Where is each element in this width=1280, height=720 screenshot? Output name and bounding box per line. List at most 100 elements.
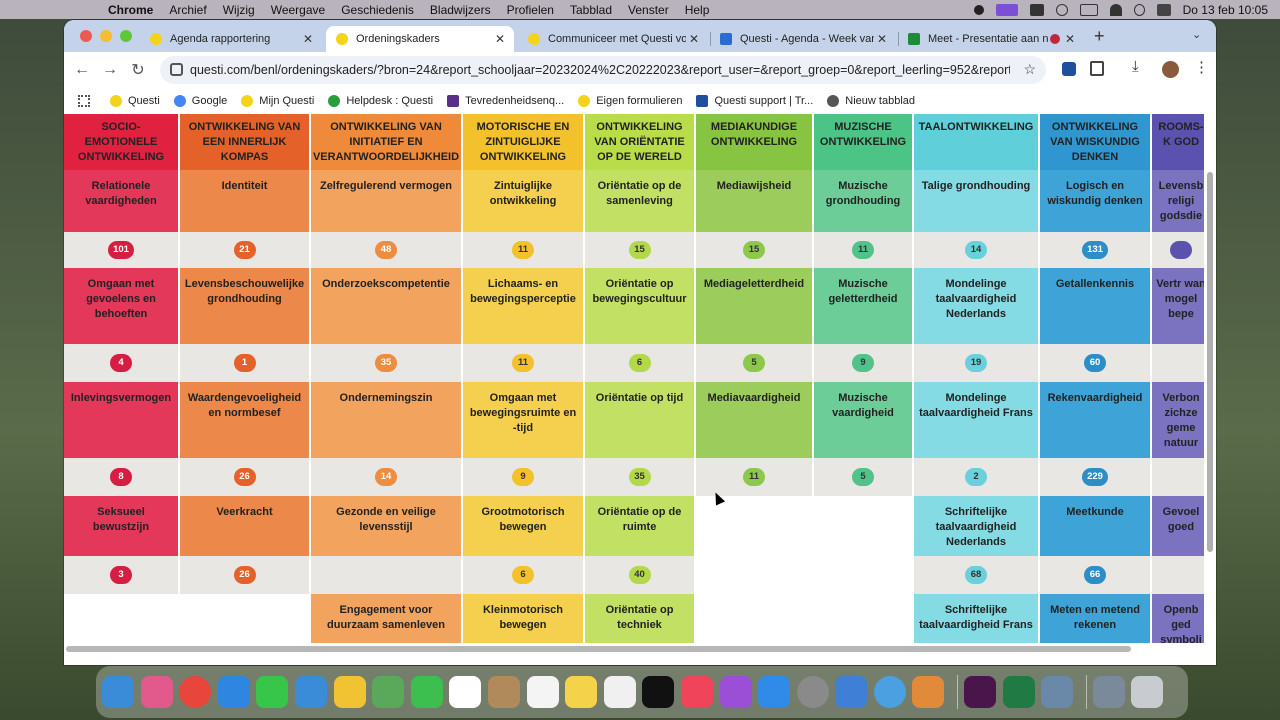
new-tab-icon[interactable]: + [1094,26,1105,47]
reload-icon[interactable]: ↻ [124,56,152,84]
safari-icon[interactable] [217,676,250,708]
bookmark-nieuw-tabblad[interactable]: Nieuw tabblad [827,95,915,107]
bookmark-questi[interactable]: Questi [110,95,160,107]
tab-close-icon[interactable]: ✕ [686,32,702,46]
indicator-cell[interactable]: Omgaan met bewegingsruimte en -tijd [463,382,585,458]
apple-tv-icon[interactable] [642,676,675,708]
count-badge[interactable]: 9 [852,354,874,372]
tab-communiceer[interactable]: Communiceer met Questi voo ✕ [518,26,708,52]
column-header[interactable]: ONTWIKKELING VAN INITIATIEF EN VERANTWOO… [311,114,463,170]
count-badge[interactable]: 14 [965,241,987,259]
indicator-cell[interactable]: Levensb religi godsdie [1152,170,1204,232]
tab-search-chevron-icon[interactable]: ⌄ [1192,28,1201,41]
column-header[interactable]: TAALONTWIKKELING [914,114,1040,170]
indicator-cell[interactable]: Muzische vaardigheid [814,382,914,458]
tab-ordeningskaders[interactable]: Ordeningskaders ✕ [326,26,514,52]
play-icon[interactable] [1055,3,1068,16]
messages-icon[interactable] [256,676,289,708]
zoom-window-button[interactable] [120,30,132,42]
indicator-cell[interactable]: Mediavaardigheid [696,382,814,458]
indicator-cell[interactable]: Mediawijsheid [696,170,814,232]
chrome-icon[interactable] [179,676,212,708]
column-header[interactable]: ONTWIKKELING VAN EEN INNERLIJK KOMPAS [180,114,311,170]
address-bar[interactable]: questi.com/benl/ordeningskaders/?bron=24… [160,56,1046,84]
count-badge[interactable]: 21 [233,241,256,259]
bookmark-google[interactable]: Google [173,95,227,107]
menu-venster[interactable]: Venster [628,3,669,17]
forward-arrow-icon[interactable]: → [96,56,124,84]
count-badge[interactable]: 3 [110,566,132,584]
indicator-cell[interactable]: Schriftelijke taalvaardigheid Nederlands [914,496,1040,556]
apps-grid-icon[interactable] [78,95,90,107]
tab-agenda-rapportering[interactable]: Agenda rapportering ✕ [140,26,322,52]
extension-questi-icon[interactable] [1062,62,1076,76]
photos-icon[interactable] [333,676,366,708]
count-badge[interactable]: 5 [852,468,874,486]
count-badge[interactable]: 101 [108,241,134,259]
count-badge[interactable]: 26 [233,468,256,486]
count-badge[interactable]: 11 [512,241,534,259]
control-center-icon[interactable] [1156,3,1171,16]
indicator-cell[interactable]: Vertr wan mogel bepe [1152,268,1204,344]
count-badge[interactable]: 35 [375,354,397,372]
indicator-cell[interactable]: Rekenvaardigheid [1040,382,1152,458]
tab-questi-agenda[interactable]: Questi - Agenda - Week van 1 ✕ [710,26,896,52]
indicator-cell[interactable]: Mondelinge taalvaardigheid Nederlands [914,268,1040,344]
indicator-cell[interactable]: Oriëntatie op de samenleving [585,170,696,232]
count-badge[interactable]: 2 [965,468,987,486]
finder-icon[interactable] [102,676,134,708]
indicator-cell[interactable]: Waardengevoeligheid en normbesef [180,382,311,458]
preview-icon[interactable] [1041,676,1074,708]
count-badge[interactable]: 6 [628,354,651,372]
count-badge[interactable] [1170,241,1192,259]
count-badge[interactable]: 14 [375,468,397,486]
vertical-scrollbar-thumb[interactable] [1207,172,1213,552]
pineapple-app-icon[interactable] [912,676,945,708]
count-badge[interactable]: 66 [1084,566,1106,584]
menu-profielen[interactable]: Profielen [507,3,554,17]
horizontal-scrollbar[interactable] [64,643,1204,654]
extensions-puzzle-icon[interactable] [1090,61,1104,76]
contacts-icon[interactable] [487,676,520,708]
column-header[interactable]: MUZISCHE ONTWIKKELING [814,114,914,170]
mail-icon[interactable] [294,676,327,708]
tab-meet[interactable]: Meet - Presentatie aan ni ✕ [898,26,1084,52]
system-settings-icon[interactable] [796,676,829,708]
slack-icon[interactable] [964,676,997,708]
count-badge[interactable]: 11 [852,241,874,259]
menu-archief[interactable]: Archief [169,3,206,17]
count-badge[interactable]: 60 [1084,354,1106,372]
indicator-cell[interactable]: Muzische grondhouding [814,170,914,232]
count-badge[interactable]: 229 [1082,468,1108,486]
freeform-icon[interactable] [603,676,636,708]
indicator-cell[interactable]: Getallenkennis [1040,268,1152,344]
indicator-cell[interactable]: Identiteit [180,170,311,232]
menu-bladwijzers[interactable]: Bladwijzers [430,3,491,17]
count-badge[interactable]: 40 [628,566,651,584]
url-text[interactable]: questi.com/benl/ordeningskaders/?bron=24… [190,63,1010,77]
column-header[interactable]: ONTWIKKELING VAN WISKUNDIG DENKEN [1040,114,1152,170]
count-badge[interactable]: 8 [110,468,132,486]
profile-avatar[interactable] [1162,61,1179,78]
indicator-cell[interactable]: Ondernemingszin [311,382,463,458]
downloads-stack-icon[interactable] [1092,676,1125,708]
spotlight-icon[interactable] [1133,3,1145,16]
notes-icon[interactable] [1029,3,1044,16]
back-arrow-icon[interactable]: ← [68,56,96,84]
record-icon[interactable] [973,4,984,15]
screen-share-icon[interactable] [995,3,1018,16]
indicator-cell[interactable]: Zelfregulerend vermogen [311,170,463,232]
count-badge[interactable]: 1 [233,354,256,372]
column-header[interactable]: MEDIAKUNDIGE ONTWIKKELING [696,114,814,170]
count-badge[interactable]: 68 [965,566,987,584]
reminders-icon[interactable] [526,676,559,708]
app-store-icon[interactable] [758,676,791,708]
count-badge[interactable]: 9 [512,468,534,486]
menu-geschiedenis[interactable]: Geschiedenis [341,3,414,17]
xcode-icon[interactable] [835,676,868,708]
indicator-cell[interactable]: Oriëntatie op bewegingscultuur [585,268,696,344]
menu-wijzig[interactable]: Wijzig [223,3,255,17]
site-info-icon[interactable] [170,63,183,76]
bookmark-helpdesk[interactable]: Helpdesk : Questi [328,95,433,107]
count-badge[interactable]: 131 [1082,241,1108,259]
